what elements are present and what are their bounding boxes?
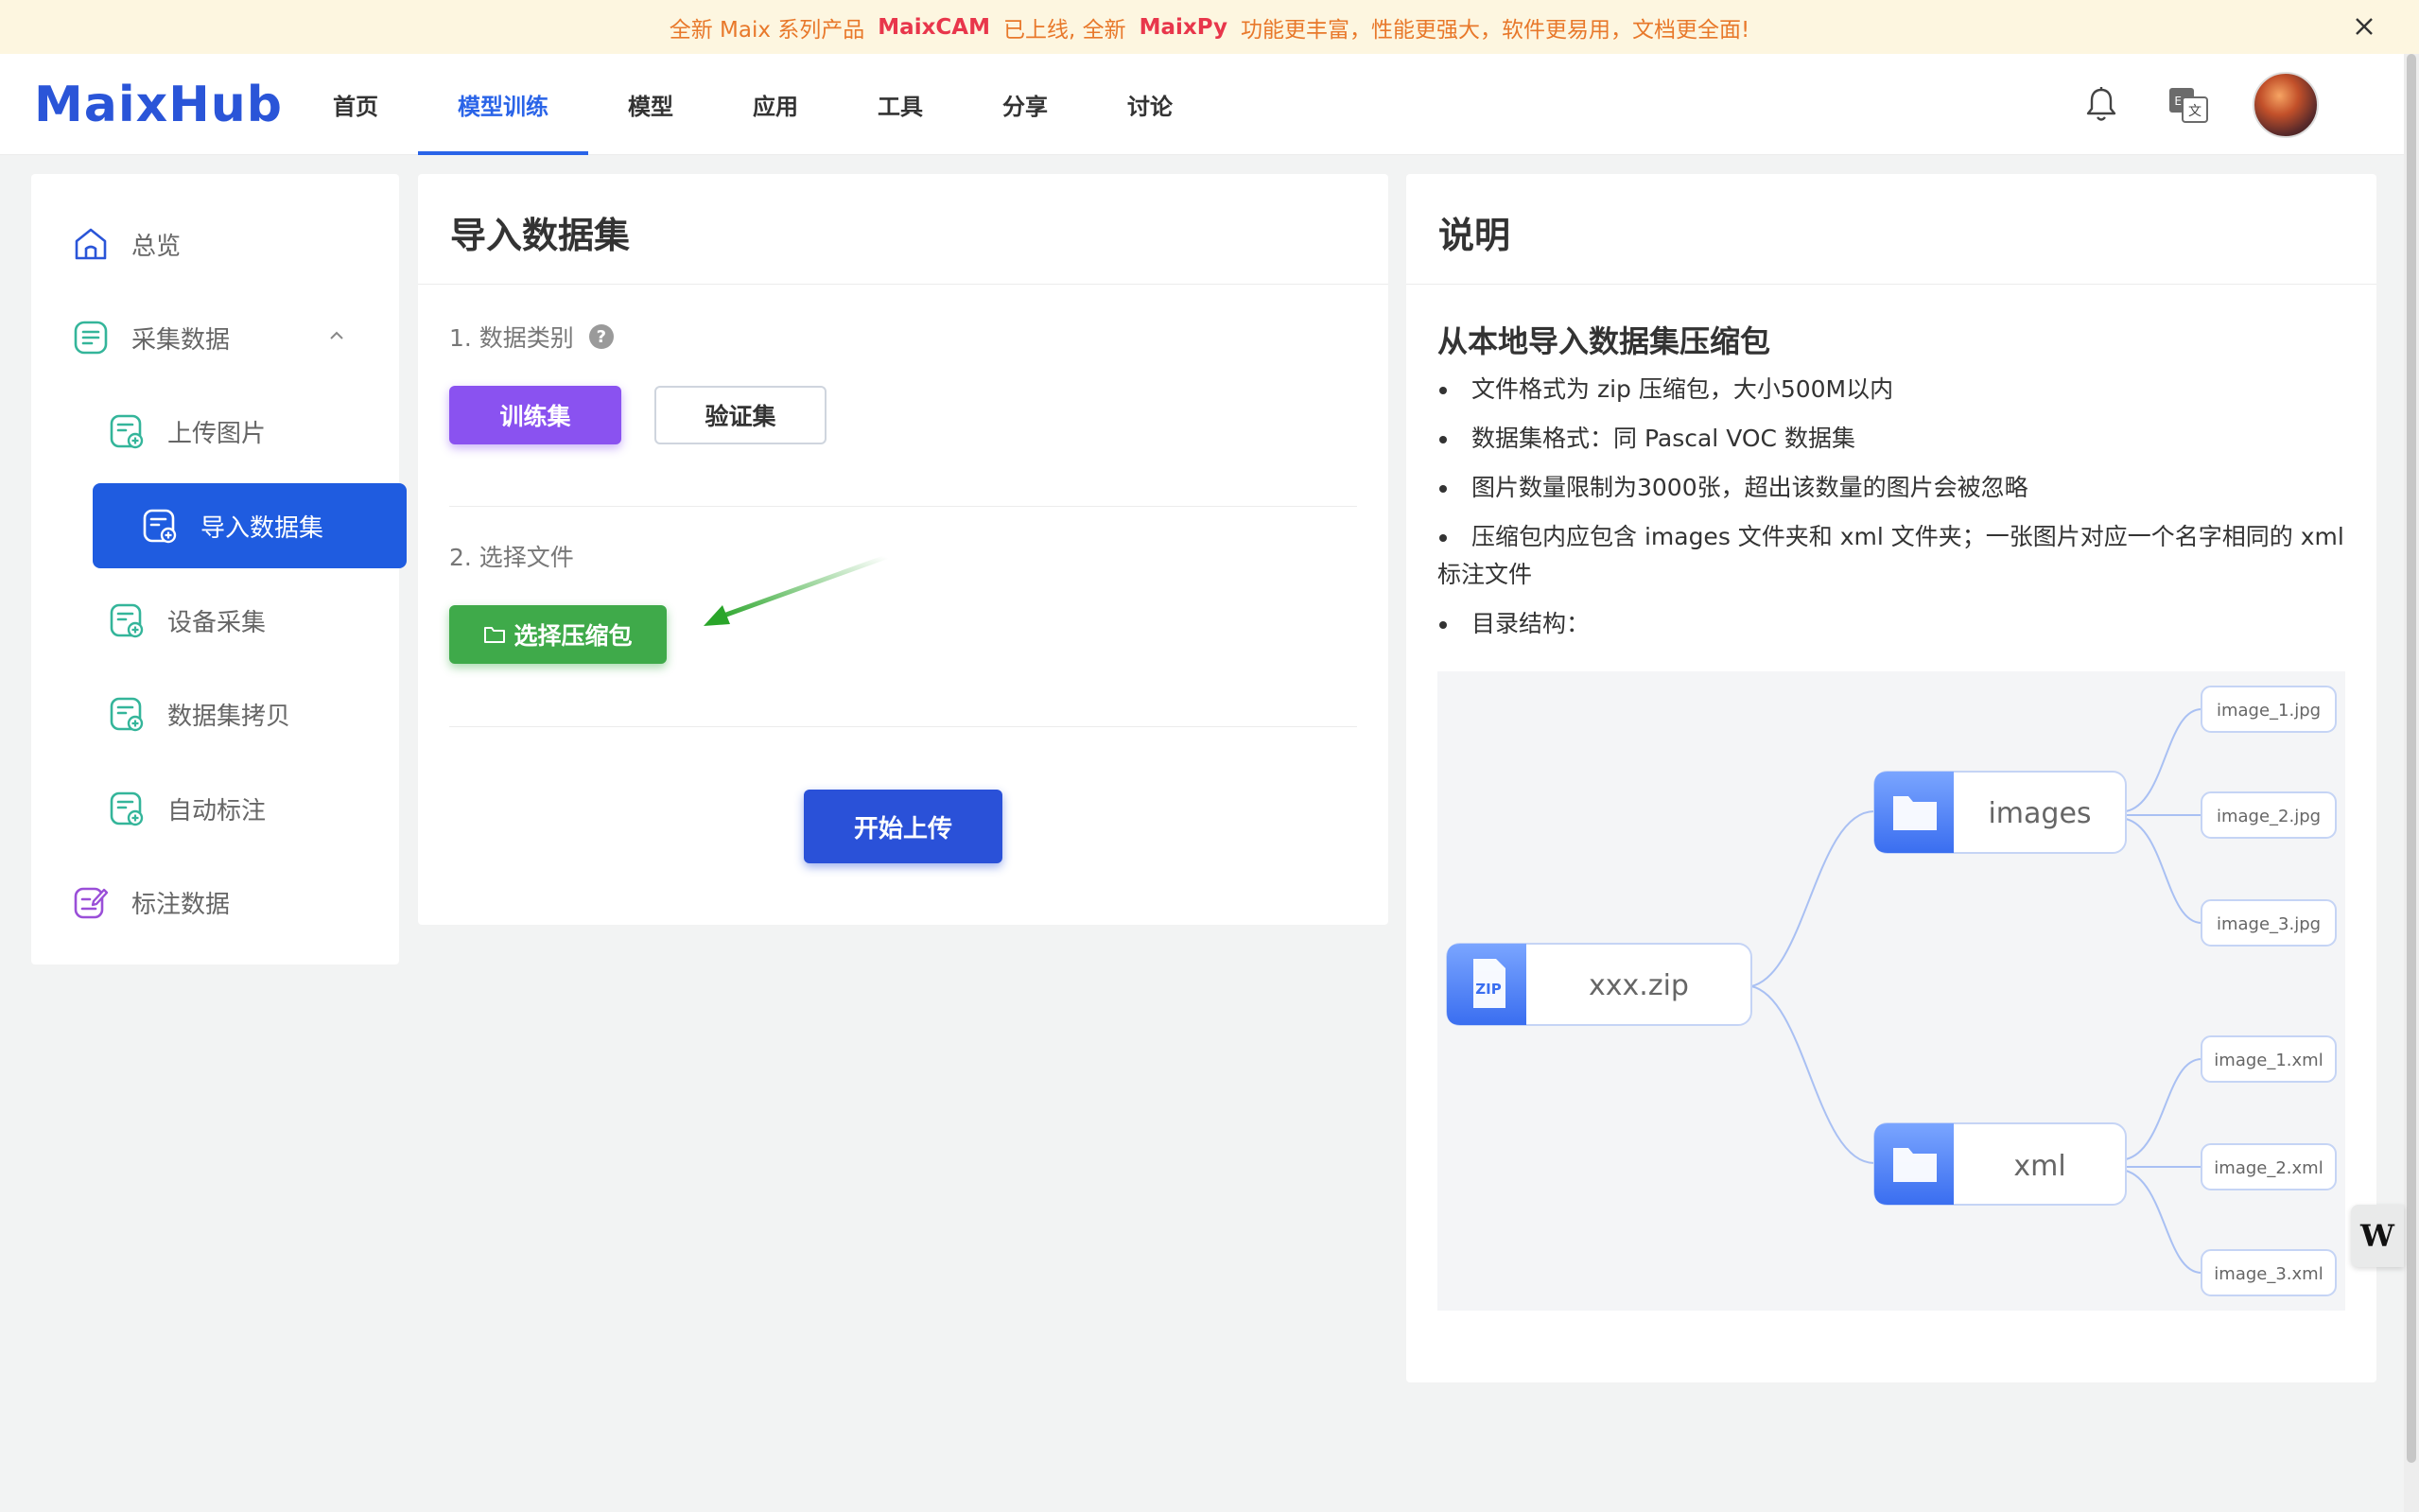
train-set-button[interactable]: 训练集 xyxy=(449,386,621,444)
zip-node-label: xxx.zip xyxy=(1589,969,1689,1002)
nav-home[interactable]: 首页 xyxy=(293,54,418,155)
file-node-label: image_3.jpg xyxy=(2217,914,2321,934)
instructions-list: 文件格式为 zip 压缩包，大小500M以内 数据集格式：同 Pascal VO… xyxy=(1437,371,2345,654)
scrollbar-thumb[interactable] xyxy=(2407,54,2416,1463)
step-label: 2. 选择文件 xyxy=(449,544,574,571)
document-add-icon xyxy=(110,603,144,638)
sidebar-item-annotate-data[interactable]: 标注数据 xyxy=(31,860,399,945)
nav-model-training[interactable]: 模型训练 xyxy=(418,54,588,155)
document-add-icon xyxy=(143,509,177,544)
widget-logo-icon: W xyxy=(2360,1218,2394,1254)
home-icon xyxy=(75,228,107,260)
announcement-highlight-maixpy[interactable]: MaixPy xyxy=(1140,15,1227,40)
choose-zip-label: 选择压缩包 xyxy=(513,622,633,650)
document-list-icon xyxy=(74,321,108,355)
nav-discuss[interactable]: 讨论 xyxy=(1088,54,1212,155)
nav-share[interactable]: 分享 xyxy=(963,54,1088,155)
edit-icon xyxy=(74,887,109,919)
sidebar-item-dataset-copy[interactable]: 数据集拷贝 xyxy=(31,671,399,756)
nav-apps[interactable]: 应用 xyxy=(713,54,838,155)
close-icon[interactable] xyxy=(2349,11,2379,42)
sidebar-item-device-capture[interactable]: 设备采集 xyxy=(31,578,399,663)
svg-text:文: 文 xyxy=(2188,104,2201,119)
page-scrollbar[interactable] xyxy=(2404,54,2419,1512)
sidebar: 总览 采集数据 上传图片 导入数据集 设备采集 数据集拷贝 自动标注 标注数据 xyxy=(31,174,407,965)
document-add-icon xyxy=(110,697,144,732)
maixhub-logo[interactable]: MaixHub xyxy=(34,77,283,133)
sidebar-item-label: 上传图片 xyxy=(167,419,267,448)
sidebar-item-label: 采集数据 xyxy=(131,325,231,355)
main-nav: 首页 模型训练 模型 应用 工具 分享 讨论 xyxy=(293,54,1212,155)
divider xyxy=(449,506,1357,507)
sidebar-item-overview[interactable]: 总览 xyxy=(31,201,399,287)
page-title: 导入数据集 xyxy=(418,174,1388,285)
announcement-text-1: 全新 Maix 系列产品 xyxy=(669,17,865,43)
document-add-icon xyxy=(110,414,144,449)
sidebar-item-collect-data[interactable]: 采集数据 xyxy=(31,295,399,380)
avatar[interactable] xyxy=(2253,71,2319,138)
divider xyxy=(449,726,1357,727)
file-node-label: image_1.xml xyxy=(2214,1051,2323,1070)
list-item: 图片数量限制为3000张，超出该数量的图片会被忽略 xyxy=(1437,469,2345,507)
nav-models[interactable]: 模型 xyxy=(588,54,713,155)
sidebar-item-label: 标注数据 xyxy=(131,890,231,919)
step-choose-file: 2. 选择文件 xyxy=(449,539,574,573)
sidebar-item-label: 总览 xyxy=(131,232,182,261)
bell-icon[interactable] xyxy=(2079,82,2124,128)
sidebar-item-label: 设备采集 xyxy=(167,608,267,637)
sidebar-item-label: 导入数据集 xyxy=(200,513,324,543)
list-item: 文件格式为 zip 压缩包，大小500M以内 xyxy=(1437,371,2345,408)
step-label: 1. 数据类别 xyxy=(449,324,574,352)
validation-set-button[interactable]: 验证集 xyxy=(654,386,827,444)
chevron-up-icon[interactable] xyxy=(327,329,346,342)
instructions-subtitle: 从本地导入数据集压缩包 xyxy=(1437,323,1771,359)
file-node-label: image_3.xml xyxy=(2214,1264,2323,1284)
announcement-highlight-maixcam[interactable]: MaixCAM xyxy=(878,15,990,40)
xml-folder-label: xml xyxy=(2013,1150,2065,1183)
announcement-text-3: 功能更丰富，性能更强大，软件更易用，文档更全面! xyxy=(1241,17,1750,43)
import-dataset-card: 导入数据集 1. 数据类别 ? 训练集 验证集 2. 选择文件 选择压缩包 开始… xyxy=(418,174,1388,925)
file-node-label: image_2.xml xyxy=(2214,1158,2323,1178)
sidebar-item-label: 数据集拷贝 xyxy=(167,702,291,731)
directory-structure-diagram: ZIP xxx.zip images xml image_1.jpg image… xyxy=(1437,671,2345,1311)
file-node-label: image_1.jpg xyxy=(2217,701,2321,721)
step-data-category: 1. 数据类别 ? xyxy=(449,320,614,354)
document-add-icon xyxy=(110,791,144,826)
connector xyxy=(1750,810,1875,987)
list-item: 压缩包内应包含 images 文件夹和 xml 文件夹；一张图片对应一个名字相同… xyxy=(1437,518,2345,594)
start-upload-button[interactable]: 开始上传 xyxy=(804,790,1002,863)
file-node-label: image_2.jpg xyxy=(2217,807,2321,826)
list-item: 数据集格式：同 Pascal VOC 数据集 xyxy=(1437,420,2345,458)
sidebar-item-upload-images[interactable]: 上传图片 xyxy=(31,389,399,474)
connector xyxy=(2125,708,2202,812)
top-header: MaixHub 首页 模型训练 模型 应用 工具 分享 讨论 En 文 xyxy=(0,54,2404,155)
sidebar-item-label: 自动标注 xyxy=(167,796,267,826)
header-actions: En 文 xyxy=(2079,54,2319,155)
images-folder-label: images xyxy=(1988,797,2091,830)
help-icon[interactable]: ? xyxy=(588,324,614,349)
folder-icon xyxy=(484,627,506,643)
language-icon[interactable]: En 文 xyxy=(2166,82,2211,128)
directory-tree-svg: ZIP xxx.zip images xml image_1.jpg image… xyxy=(1446,686,2337,1296)
instructions-card: 说明 从本地导入数据集压缩包 文件格式为 zip 压缩包，大小500M以内 数据… xyxy=(1406,174,2376,1382)
instructions-title: 说明 xyxy=(1406,174,2376,285)
choose-zip-button[interactable]: 选择压缩包 xyxy=(449,605,667,664)
nav-tools[interactable]: 工具 xyxy=(838,54,963,155)
zip-icon-label: ZIP xyxy=(1475,981,1501,998)
announcement-bar: 全新 Maix 系列产品 MaixCAM 已上线, 全新 MaixPy 功能更丰… xyxy=(0,0,2419,54)
connector xyxy=(2125,1058,2202,1160)
floating-widget-button[interactable]: W xyxy=(2351,1205,2404,1267)
connector xyxy=(2125,1170,2202,1274)
sidebar-item-auto-label[interactable]: 自动标注 xyxy=(31,766,399,851)
list-item: 目录结构： xyxy=(1437,605,2345,643)
connector xyxy=(2125,818,2202,924)
announcement-text-2: 已上线, 全新 xyxy=(1003,17,1126,43)
connector xyxy=(1750,985,1875,1164)
green-arrow-annotation xyxy=(704,554,889,626)
sidebar-item-import-dataset[interactable]: 导入数据集 xyxy=(93,483,407,568)
